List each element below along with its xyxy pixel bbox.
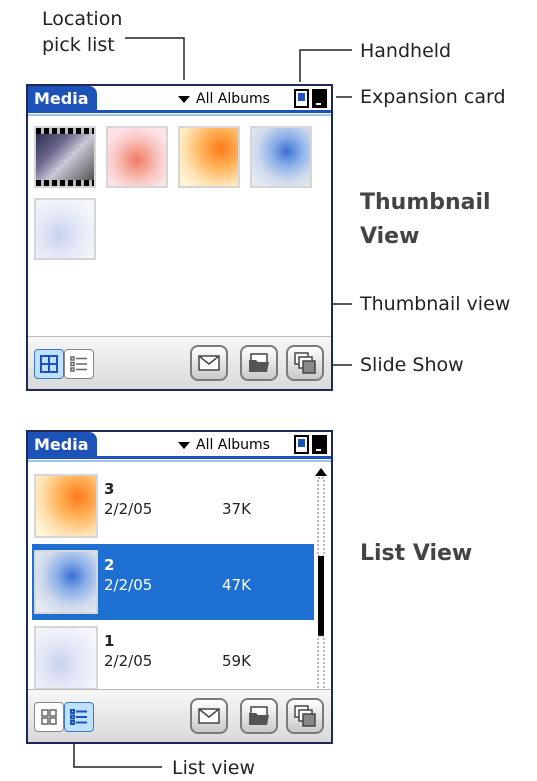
envelope-icon: [198, 355, 220, 371]
list-view-toggle[interactable]: [64, 349, 94, 379]
list-item-name: 1: [104, 632, 115, 650]
title-underline: [28, 456, 331, 459]
slideshow-icon: [294, 352, 316, 374]
location-pick-list-callout: Location pick list: [42, 8, 123, 56]
title-bar: Media All Albums: [28, 432, 331, 462]
scrollbar-track: [317, 635, 325, 693]
thumbnail-photo-bubbles[interactable]: [250, 126, 312, 188]
list-item-date: 2/2/05: [104, 500, 153, 518]
list-item-date: 2/2/05: [104, 576, 153, 594]
envelope-icon: [198, 708, 220, 724]
scrollbar[interactable]: [315, 468, 327, 704]
list-icon: [70, 356, 87, 372]
slide-show-button[interactable]: [286, 698, 324, 734]
thumbnail-grid-icon: [40, 355, 58, 373]
app-title-tab[interactable]: Media: [28, 86, 97, 112]
album-picker-label: All Albums: [196, 437, 270, 453]
thumbnail-view-callout: Thumbnail view: [360, 293, 511, 315]
app-title-tab[interactable]: Media: [28, 432, 97, 458]
thumbnail-view-toggle[interactable]: [34, 702, 64, 732]
expansion-card-callout: Expansion card: [360, 86, 506, 108]
copy-to-album-button[interactable]: [240, 698, 278, 734]
list-item-date: 2/2/05: [104, 652, 153, 670]
list-item[interactable]: 1 2/2/05 59K: [32, 620, 314, 696]
list-item-size: 37K: [222, 500, 251, 518]
copy-to-album-button[interactable]: [240, 345, 278, 381]
list-view-heading: List View: [360, 541, 473, 566]
expansion-card-icon[interactable]: [312, 435, 327, 454]
list-item-selected[interactable]: 2 2/2/05 47K: [32, 544, 314, 620]
slide-show-callout: Slide Show: [360, 354, 464, 376]
thumbnail-photo-orange[interactable]: [178, 126, 240, 188]
scroll-up-arrow-icon[interactable]: [315, 468, 327, 476]
list-view-callout: List view: [172, 757, 256, 779]
thumbnail-view-screen: Media All Albums: [26, 84, 333, 391]
scrollbar-track: [317, 477, 325, 557]
list-view-screen: Media All Albums 3 2/2/05 37K 2 2/2/05 4…: [26, 430, 333, 744]
title-underline-light: [28, 114, 331, 116]
dropdown-triangle-icon: [178, 95, 190, 103]
list-item[interactable]: 3 2/2/05 37K: [32, 468, 314, 544]
send-button[interactable]: [190, 698, 228, 734]
dropdown-triangle-icon: [178, 441, 190, 449]
send-button[interactable]: [190, 345, 228, 381]
bottom-toolbar: [28, 336, 331, 389]
album-picker[interactable]: All Albums: [178, 434, 270, 456]
thumbnail-view-heading: Thumbnail View: [360, 190, 491, 249]
list-item-thumbnail: [34, 550, 98, 614]
folder-icon: [249, 353, 269, 372]
thumbnail-view-toggle[interactable]: [34, 349, 64, 379]
folder-icon: [249, 706, 269, 725]
list-icon: [70, 709, 87, 725]
handheld-icon[interactable]: [294, 89, 309, 108]
handheld-callout: Handheld: [360, 40, 452, 62]
list-view-toggle[interactable]: [64, 702, 94, 732]
list-item-size: 47K: [222, 576, 251, 594]
slideshow-icon: [294, 705, 316, 727]
thumbnail-photo-rose[interactable]: [106, 126, 168, 188]
list-item-thumbnail: [34, 626, 98, 690]
list-item-name: 3: [104, 480, 115, 498]
title-underline-light: [28, 460, 331, 462]
list-item-size: 59K: [222, 652, 251, 670]
album-picker[interactable]: All Albums: [178, 88, 270, 110]
bottom-toolbar: [28, 689, 331, 742]
handheld-icon[interactable]: [294, 435, 309, 454]
title-underline: [28, 110, 331, 113]
slide-show-button[interactable]: [286, 345, 324, 381]
title-bar: Media All Albums: [28, 86, 331, 116]
thumbnail-photo-light[interactable]: [34, 198, 96, 260]
expansion-card-icon[interactable]: [312, 89, 327, 108]
thumbnail-grid-icon: [41, 709, 57, 725]
thumbnail-photo-marla[interactable]: [34, 126, 96, 188]
album-picker-label: All Albums: [196, 91, 270, 107]
scrollbar-thumb[interactable]: [318, 556, 324, 636]
list-item-name: 2: [104, 556, 115, 574]
list-item-thumbnail: [34, 474, 98, 538]
